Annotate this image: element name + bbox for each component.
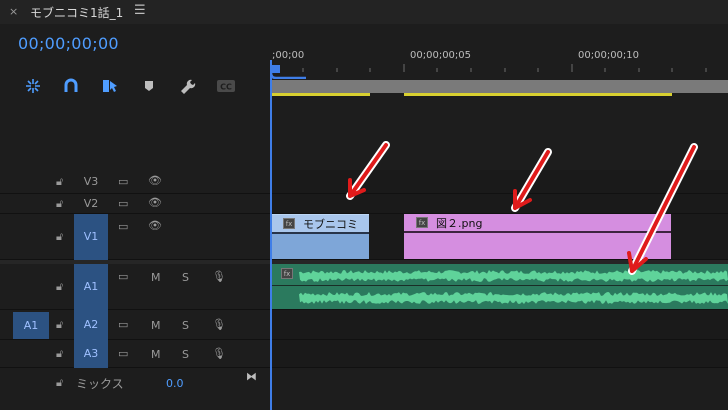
ruler-ticks: [270, 64, 707, 72]
clip-name: 図２.png: [436, 217, 483, 230]
ruler-tick-label: 00;00;00;05: [410, 50, 472, 61]
close-icon[interactable]: ×: [9, 5, 18, 18]
lock-icon[interactable]: 🔓︎: [56, 230, 63, 244]
track-header-v2: [0, 194, 270, 214]
playhead-handle[interactable]: [270, 65, 308, 79]
ruler-tick-label: ;00;00: [272, 50, 305, 61]
toggle-sync-lock-icon[interactable]: ▭: [118, 347, 128, 360]
eye-icon[interactable]: 👁︎: [148, 219, 162, 232]
lock-icon[interactable]: 🔓︎: [56, 280, 63, 294]
audio-clip[interactable]: fx: [271, 264, 728, 309]
track-label-a3[interactable]: A3: [74, 340, 108, 368]
track-lane-a3[interactable]: [270, 340, 728, 368]
mix-label: ミックス: [76, 377, 124, 391]
toggle-sync-lock-icon[interactable]: ▭: [118, 220, 128, 233]
wrench-icon[interactable]: [177, 76, 197, 96]
captions-icon[interactable]: CC: [216, 76, 236, 96]
ruler-tick-label: 00;00;00;10: [578, 50, 640, 61]
solo-button[interactable]: S: [182, 319, 189, 332]
toggle-sync-lock-icon[interactable]: ▭: [118, 270, 128, 283]
video-clip[interactable]: fx モブニコミ: [271, 214, 369, 259]
track-lane-v3[interactable]: [270, 170, 728, 194]
svg-text:CC: CC: [220, 83, 232, 92]
source-patch-a1[interactable]: A1: [13, 312, 49, 339]
playhead-line[interactable]: [270, 60, 272, 410]
track-header-v3: [0, 170, 270, 194]
track-lane-v2[interactable]: [270, 194, 728, 214]
add-marker-icon[interactable]: [139, 76, 159, 96]
track-header-a1: [0, 264, 270, 310]
microphone-icon[interactable]: 🎙︎: [212, 270, 226, 283]
eye-icon[interactable]: 👁︎: [148, 174, 162, 187]
mute-button[interactable]: M: [151, 271, 161, 284]
solo-button[interactable]: S: [182, 271, 189, 284]
eye-icon[interactable]: 👁︎: [148, 196, 162, 209]
lock-icon[interactable]: 🔓︎: [56, 197, 63, 211]
mute-button[interactable]: M: [151, 319, 161, 332]
mix-volume[interactable]: 0.0: [166, 377, 184, 390]
render-bar: [270, 93, 370, 96]
waveform-channel: [299, 270, 728, 282]
toggle-sync-lock-icon[interactable]: ▭: [118, 197, 128, 210]
track-lane-a2[interactable]: [270, 310, 728, 340]
microphone-icon[interactable]: 🎙︎: [212, 318, 226, 331]
lock-icon[interactable]: 🔓︎: [56, 318, 63, 332]
microphone-icon[interactable]: 🎙︎: [212, 347, 226, 360]
mute-button[interactable]: M: [151, 348, 161, 361]
render-bar: [404, 93, 672, 96]
fx-badge-icon: fx: [416, 217, 428, 228]
go-to-edit-icon[interactable]: ⧓: [246, 370, 257, 383]
audio-waveform: [299, 270, 728, 304]
track-header-v1: [0, 214, 270, 260]
playhead-timecode[interactable]: 00;00;00;00: [18, 34, 119, 53]
track-label-v3[interactable]: V3: [74, 175, 108, 188]
ripple-edit-icon[interactable]: [23, 76, 43, 96]
work-area-bar[interactable]: [270, 80, 728, 93]
lock-icon[interactable]: 🔓︎: [56, 376, 63, 390]
toggle-sync-lock-icon[interactable]: ▭: [118, 175, 128, 188]
waveform-channel: [299, 292, 728, 304]
clip-name: モブニコミ: [303, 218, 358, 231]
track-label-v1[interactable]: V1: [74, 214, 108, 260]
panel-menu-icon[interactable]: ☰: [134, 3, 146, 18]
graphic-clip[interactable]: fx 図２.png: [404, 214, 671, 259]
solo-button[interactable]: S: [182, 348, 189, 361]
linked-selection-icon[interactable]: [100, 76, 120, 96]
track-label-a2[interactable]: A2: [74, 310, 108, 340]
sequence-title[interactable]: モブニコミ1話_1: [30, 4, 123, 21]
toggle-sync-lock-icon[interactable]: ▭: [118, 318, 128, 331]
track-header-a3: [0, 340, 270, 368]
lock-icon[interactable]: 🔓︎: [56, 175, 63, 189]
track-label-v2[interactable]: V2: [74, 197, 108, 210]
snap-icon[interactable]: [61, 76, 81, 96]
lock-icon[interactable]: 🔓︎: [56, 347, 63, 361]
fx-badge-icon: fx: [283, 218, 295, 229]
track-label-a1[interactable]: A1: [74, 264, 108, 310]
